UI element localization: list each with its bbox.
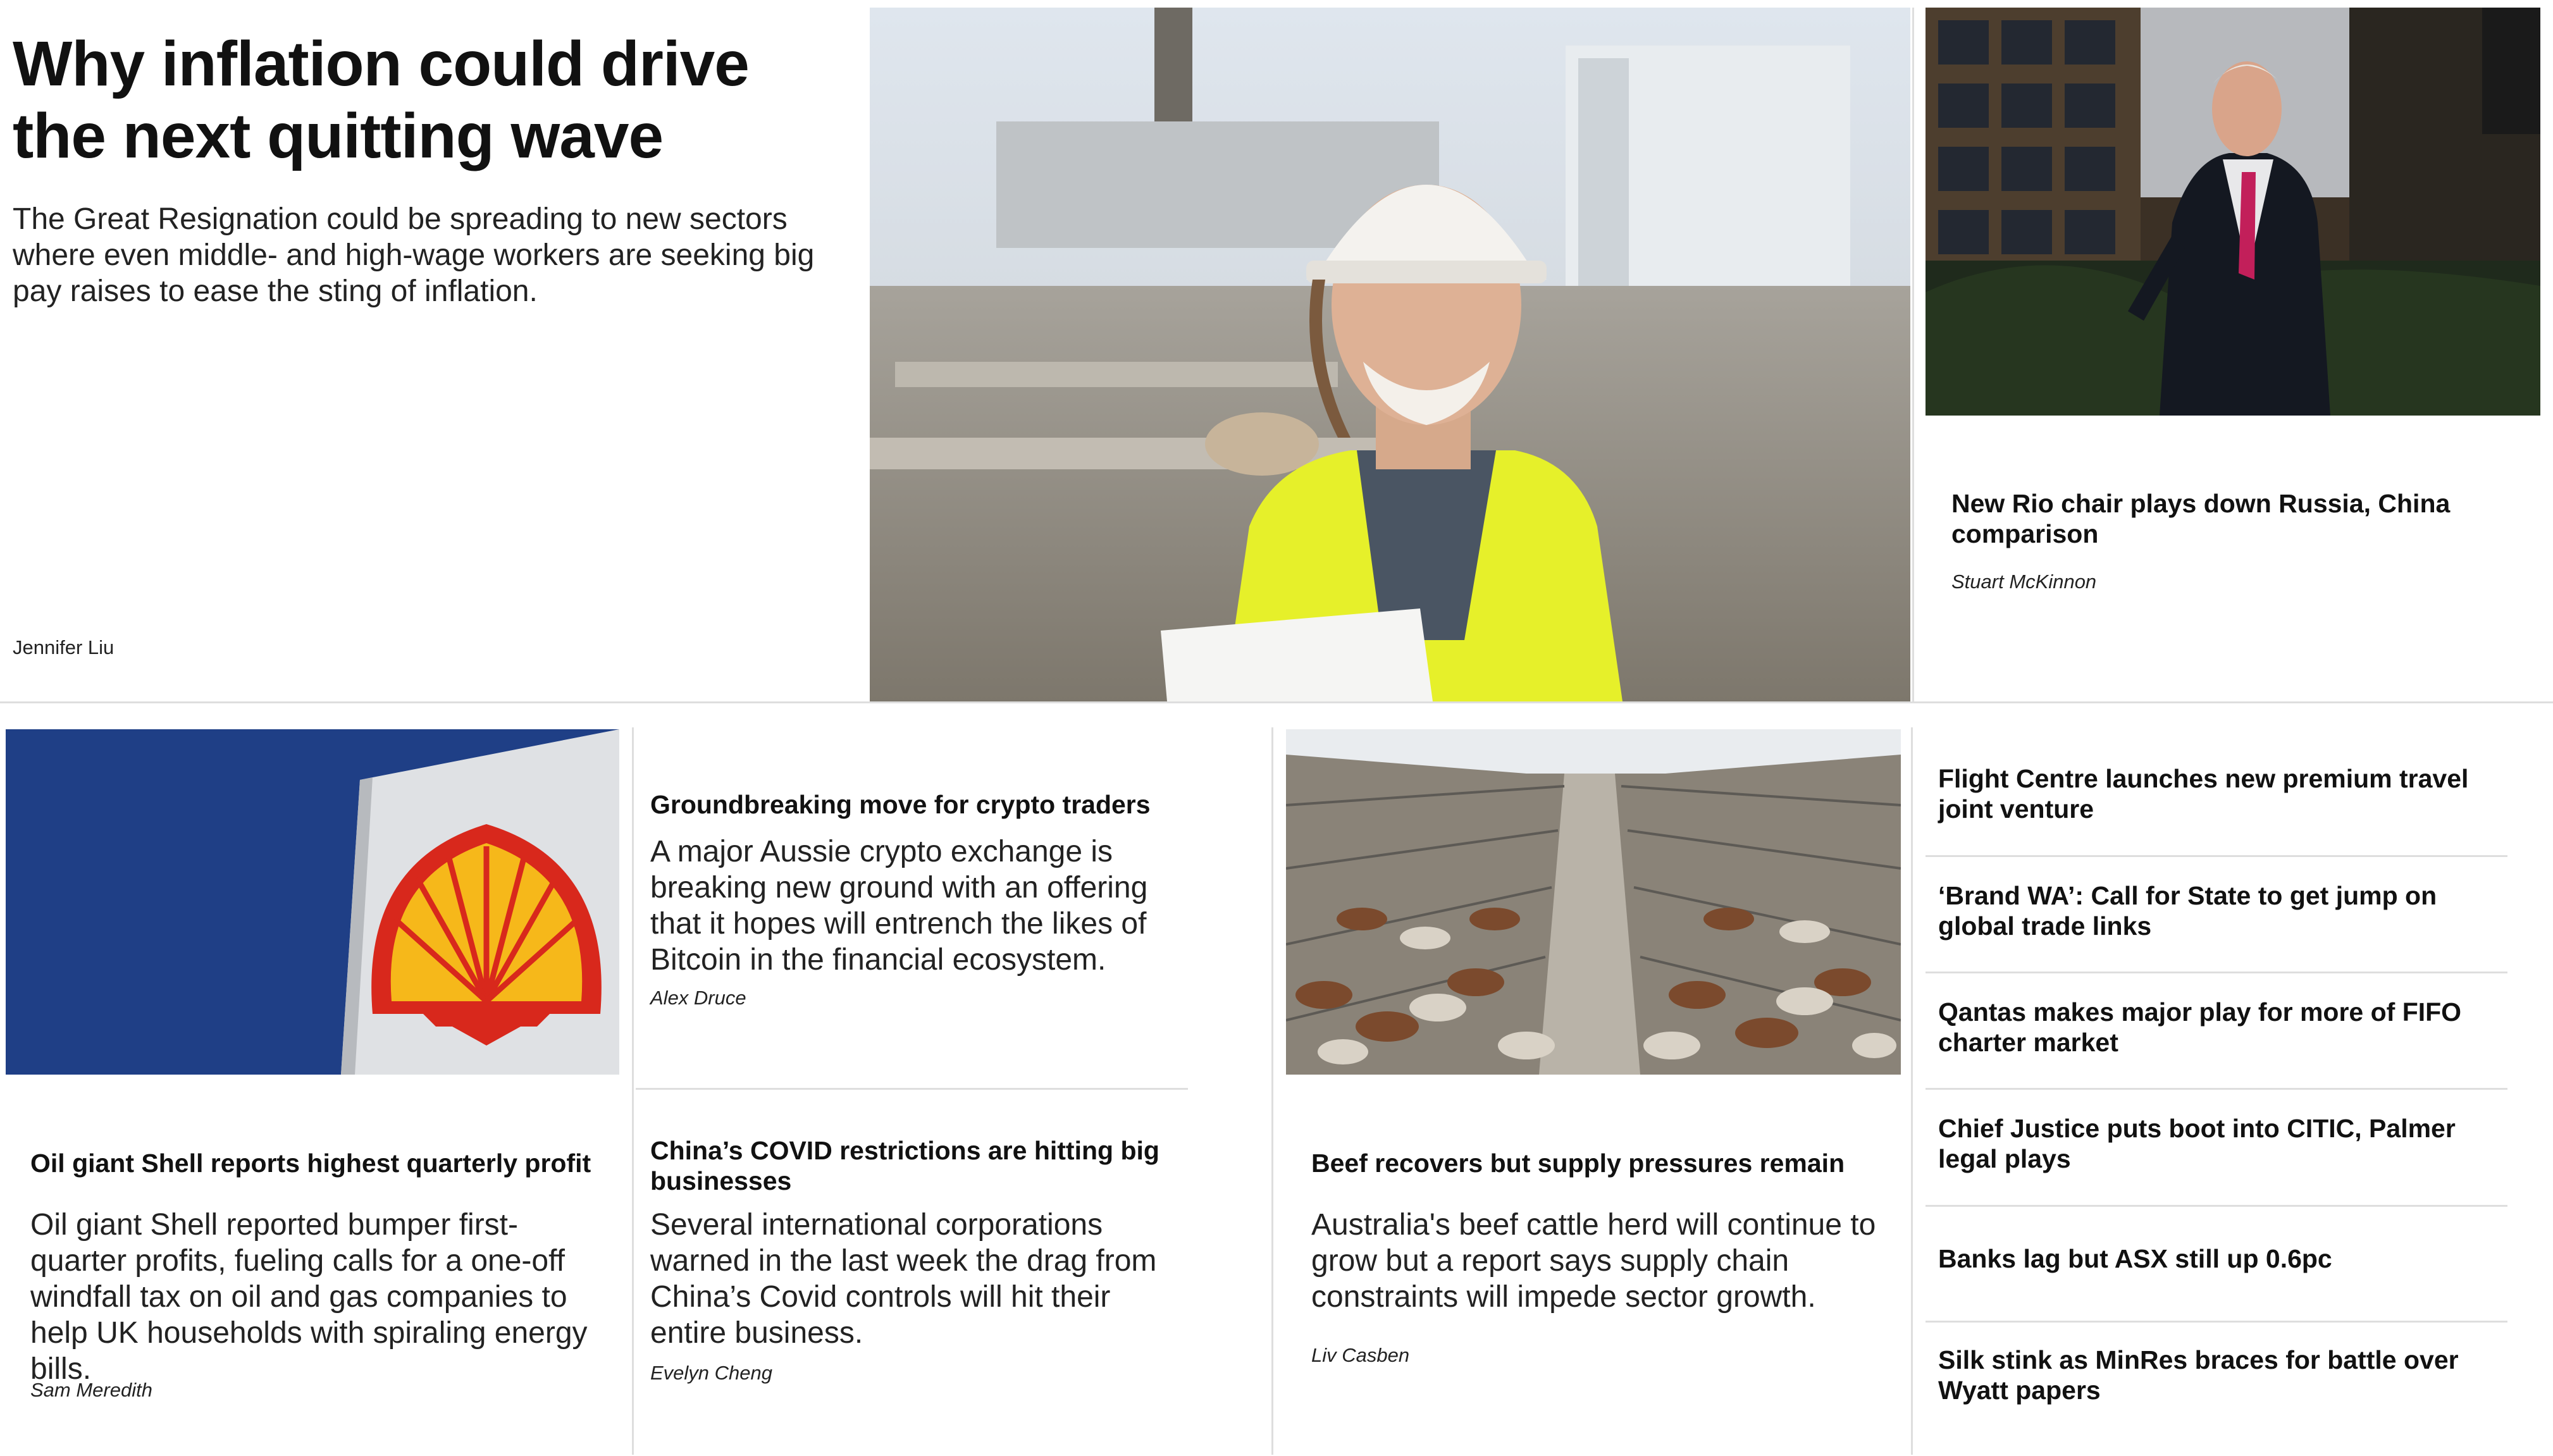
china-covid-summary: Several international corporations warne… bbox=[650, 1208, 1157, 1350]
rio-chair-image[interactable] bbox=[1926, 8, 2540, 416]
section-divider bbox=[0, 701, 2553, 703]
beef-byline: Liv Casben bbox=[1311, 1344, 1410, 1366]
top-column-divider bbox=[1912, 8, 1914, 701]
crypto-divider bbox=[636, 1088, 1188, 1090]
feature-image[interactable] bbox=[870, 8, 1910, 701]
list-divider bbox=[1926, 972, 2507, 973]
beef-image[interactable] bbox=[1286, 729, 1901, 1075]
beef-headline[interactable]: Beef recovers but supply pressures remai… bbox=[1311, 1148, 1881, 1178]
bottom-divider-2 bbox=[1271, 727, 1273, 1455]
list-item[interactable]: Banks lag but ASX still up 0.6pc bbox=[1938, 1243, 2507, 1274]
list-item[interactable]: ‘Brand WA’: Call for State to get jump o… bbox=[1938, 880, 2507, 941]
crypto-headline[interactable]: Groundbreaking move for crypto traders bbox=[650, 789, 1194, 820]
china-covid-headline[interactable]: China’s COVID restrictions are hitting b… bbox=[650, 1135, 1194, 1196]
bottom-divider-1 bbox=[632, 727, 634, 1455]
bottom-divider-3 bbox=[1911, 727, 1913, 1455]
list-divider bbox=[1926, 1205, 2507, 1207]
feature-summary: The Great Resignation could be spreading… bbox=[13, 202, 815, 308]
list-item[interactable]: Chief Justice puts boot into CITIC, Palm… bbox=[1938, 1113, 2507, 1174]
list-item[interactable]: Flight Centre launches new premium trave… bbox=[1938, 763, 2507, 824]
shell-byline: Sam Meredith bbox=[30, 1379, 152, 1401]
china-covid-byline: Evelyn Cheng bbox=[650, 1362, 773, 1384]
list-divider bbox=[1926, 855, 2507, 857]
feature-byline: Jennifer Liu bbox=[13, 636, 114, 658]
shell-headline[interactable]: Oil giant Shell reports highest quarterl… bbox=[30, 1148, 612, 1178]
crypto-summary: A major Aussie crypto exchange is breaki… bbox=[650, 835, 1148, 977]
rio-chair-headline[interactable]: New Rio chair plays down Russia, China c… bbox=[1951, 488, 2470, 549]
list-item[interactable]: Qantas makes major play for more of FIFO… bbox=[1938, 997, 2507, 1058]
rio-chair-byline: Stuart McKinnon bbox=[1951, 571, 2097, 593]
list-item[interactable]: Silk stink as MinRes braces for battle o… bbox=[1938, 1345, 2507, 1405]
beef-summary: Australia's beef cattle herd will contin… bbox=[1311, 1208, 1876, 1314]
crypto-byline: Alex Druce bbox=[650, 987, 746, 1009]
list-divider bbox=[1926, 1088, 2507, 1090]
shell-image[interactable] bbox=[6, 729, 619, 1075]
list-divider bbox=[1926, 1321, 2507, 1323]
feature-headline[interactable]: Why inflation could drive the next quitt… bbox=[13, 28, 848, 172]
shell-summary: Oil giant Shell reported bumper first-qu… bbox=[30, 1208, 588, 1386]
